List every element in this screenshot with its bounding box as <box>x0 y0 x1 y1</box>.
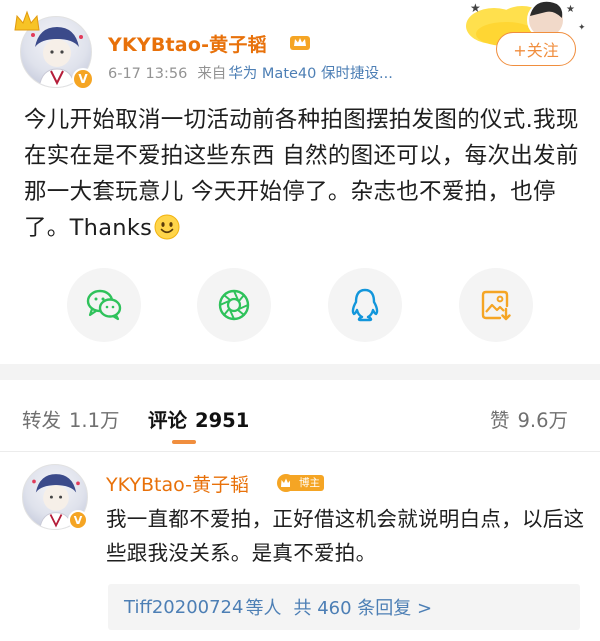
tab-comments-count: 2951 <box>195 409 250 432</box>
reply-suffix: 等人 <box>245 598 282 619</box>
author-badge: 博主 <box>276 472 324 494</box>
commenter-username[interactable]: YKYBtao-黄子韬 <box>106 470 249 497</box>
save-image-icon <box>481 290 511 321</box>
follow-button[interactable]: +关注 <box>496 32 576 66</box>
crown-decoration-icon <box>14 10 40 31</box>
share-moments-button[interactable] <box>197 268 271 342</box>
moments-icon <box>218 289 250 321</box>
tab-repost-count: 1.1万 <box>69 409 120 432</box>
source-label: 来自 <box>197 66 227 82</box>
svg-text:★: ★ <box>566 4 575 15</box>
post-text-content: 今儿开始取消一切活动前各种拍图摆拍发图的仪式.我现在实在是不爱拍这些东西 自然的… <box>24 107 579 241</box>
wechat-icon <box>86 289 122 321</box>
reply-count-link[interactable]: 共 460 条回复 > <box>293 594 432 620</box>
tab-repost[interactable]: 转发 1.1万 <box>22 404 120 433</box>
author-badge-label: 博主 <box>290 475 324 491</box>
svg-text:✦: ✦ <box>578 23 586 33</box>
active-tab-indicator <box>172 440 196 444</box>
commenter-verified-badge-icon: V <box>68 510 88 530</box>
post-text: 今儿开始取消一切活动前各种拍图摆拍发图的仪式.我现在实在是不爱拍这些东西 自然的… <box>24 102 582 246</box>
post-header: V YKYBtao-黄子韬 6-17 13:56 来自 华为 Mate40 保时捷设… <box>0 0 600 100</box>
share-wechat-button[interactable] <box>67 268 141 342</box>
tab-likes[interactable]: 赞 9.6万 <box>490 404 568 433</box>
svg-text:★: ★ <box>470 1 481 15</box>
save-image-button[interactable] <box>459 268 533 342</box>
comment-text: 我一直都不爱拍，正好借这机会就说明白点，以后这些跟我没关系。是真不爱拍。 <box>106 507 585 565</box>
tab-likes-label: 赞 <box>490 409 510 432</box>
post-device-link[interactable]: 华为 Mate40 保时捷设... <box>228 66 393 82</box>
smiley-emoji-icon <box>154 214 180 240</box>
share-qq-button[interactable] <box>328 268 402 342</box>
post-date: 6-17 13:56 <box>108 66 188 82</box>
qq-icon <box>351 288 379 322</box>
replies-summary[interactable]: Tiff20200724 等人共 460 条回复 > <box>108 584 580 630</box>
weibo-post-page: V YKYBtao-黄子韬 6-17 13:56 来自 华为 Mate40 保时捷设… <box>0 0 600 641</box>
verified-badge-icon: V <box>72 68 94 90</box>
tab-comments-label: 评论 <box>148 409 188 432</box>
tab-likes-count: 9.6万 <box>517 409 569 432</box>
author-username[interactable]: YKYBtao-黄子韬 <box>108 30 267 57</box>
author-avatar[interactable]: V <box>14 10 94 90</box>
share-row <box>0 268 600 344</box>
post-meta: 6-17 13:56 来自 华为 Mate40 保时捷设... <box>108 62 393 83</box>
vip-crown-icon[interactable] <box>288 32 312 52</box>
reply-user-names[interactable]: Tiff20200724 <box>124 597 243 618</box>
commenter-avatar[interactable]: V <box>22 464 88 530</box>
comment-item: V YKYBtao-黄子韬 博主 我一直都不爱拍，正好借这机会就说明白点，以后这… <box>0 452 600 641</box>
tab-comments[interactable]: 评论 2951 <box>148 404 249 433</box>
tab-repost-label: 转发 <box>22 409 62 432</box>
interaction-tabs: 转发 1.1万 评论 2951 赞 9.6万 <box>0 380 600 452</box>
section-divider <box>0 364 600 380</box>
